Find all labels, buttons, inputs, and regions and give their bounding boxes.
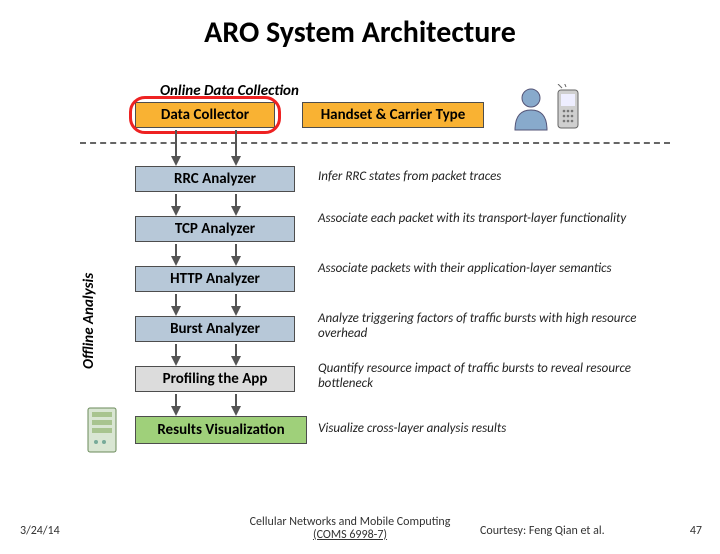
arrow-down-icon [171,156,181,166]
arrow-down-icon [231,306,241,316]
box-results-visualization: Results Visualization [135,416,307,444]
desc-profiling: Quantify resource impact of traffic burs… [318,362,658,392]
highlight-data-collector [129,96,281,134]
person-icon [510,86,552,132]
footer-course: Cellular Networks and Mobile Computing (… [240,516,460,542]
arrow-down-icon [171,356,181,366]
arrow-down-icon [231,206,241,216]
footer-date: 3/24/14 [20,524,60,538]
box-profiling-app: Profiling the App [135,366,295,392]
page-title: ARO System Architecture [0,14,720,51]
footer-course-line1: Cellular Networks and Mobile Computing [240,516,460,529]
arrow-stem [235,130,237,157]
server-icon [82,404,124,456]
box-handset-carrier: Handset & Carrier Type [302,102,484,128]
arrow-down-icon [171,256,181,266]
footer-course-line2: (COMS 6998-7) [240,529,460,542]
arrow-down-icon [231,156,241,166]
desc-http: Associate packets with their application… [318,262,648,277]
box-rrc-analyzer: RRC Analyzer [135,166,295,192]
diagram-stage: Online Data Collection Offline Analysis … [80,84,670,494]
arrow-down-icon [171,306,181,316]
arrow-down-icon [231,406,241,416]
desc-burst: Analyze triggering factors of traffic bu… [318,312,658,342]
arrow-down-icon [231,356,241,366]
phone-icon [554,84,582,132]
arrow-down-icon [171,406,181,416]
footer-page-number: 47 [690,524,702,538]
box-tcp-analyzer: TCP Analyzer [135,216,295,242]
offline-section-label: Offline Analysis [80,199,98,369]
desc-results: Visualize cross-layer analysis results [318,422,658,437]
desc-tcp: Associate each packet with its transport… [318,212,648,227]
arrow-down-icon [231,256,241,266]
arrow-stem [175,130,177,157]
footer-courtesy: Courtesy: Feng Qian et al. [480,524,605,538]
box-burst-analyzer: Burst Analyzer [135,316,295,342]
arrow-down-icon [171,206,181,216]
dashed-separator [80,142,670,144]
desc-rrc: Infer RRC states from packet traces [318,170,648,185]
box-http-analyzer: HTTP Analyzer [135,266,295,292]
